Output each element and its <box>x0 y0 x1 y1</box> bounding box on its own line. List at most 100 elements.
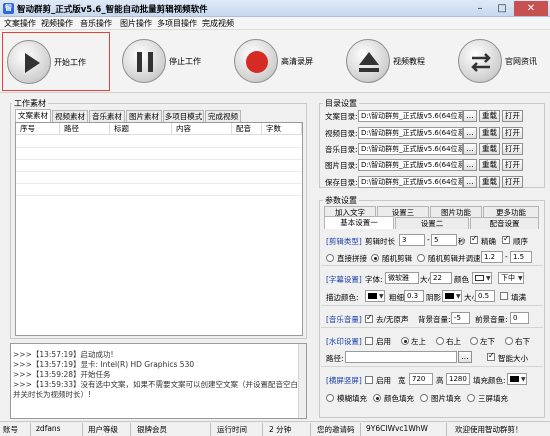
image-dir-path[interactable]: D:\智动群剪_正式版v5.6(64位系 <box>358 159 463 171</box>
width-input[interactable]: 720 <box>409 373 433 385</box>
watermark-top-right-radio[interactable] <box>436 337 444 345</box>
video-dir-browse-button[interactable]: ... <box>463 127 477 139</box>
column-header[interactable]: 路径 <box>60 123 110 135</box>
screen-enable-checkbox[interactable] <box>365 376 373 384</box>
column-header[interactable]: 配音 <box>232 123 262 135</box>
triple-screen-radio[interactable] <box>467 394 475 402</box>
runtime-value: 2 分钟 <box>269 425 292 434</box>
order-checkbox[interactable] <box>502 234 510 244</box>
image-fill-radio[interactable] <box>420 394 428 402</box>
start-work-button[interactable]: 开始工作 <box>2 32 110 91</box>
copy-dir-browse-button[interactable]: ... <box>463 110 477 122</box>
stop-work-button[interactable]: 停止工作 <box>118 32 226 91</box>
watermark-bottom-left-radio[interactable] <box>470 337 478 345</box>
background-volume-input[interactable]: -5 <box>451 312 470 324</box>
music-dir-path[interactable]: D:\智动群剪_正式版v5.6(64位系 <box>358 143 463 155</box>
fill-checkbox[interactable] <box>500 292 508 300</box>
copy-dir-open-button[interactable]: 打开 <box>502 110 523 122</box>
clip-duration-max[interactable]: 5 <box>431 234 457 246</box>
copy-dir-path[interactable]: D:\智动群剪_正式版v5.6(64位系 <box>358 110 463 122</box>
height-input[interactable]: 1280 <box>446 373 470 385</box>
watermark-browse-button[interactable]: ... <box>458 351 472 363</box>
video-dir-reload-button[interactable]: 重载 <box>479 127 500 139</box>
menu-multi-project[interactable]: 多项目操作 <box>157 18 197 29</box>
record-screen-button[interactable]: 高清录屏 <box>230 32 338 91</box>
column-header[interactable]: 标题 <box>110 123 172 135</box>
tab-finished-video[interactable]: 完成视频 <box>205 110 241 122</box>
image-dir-reload-button[interactable]: 重载 <box>479 159 500 171</box>
precise-checkbox[interactable] <box>470 234 478 244</box>
column-header[interactable]: 序号 <box>16 123 60 135</box>
close-button[interactable]: ✕ <box>514 1 548 16</box>
log-scrollbar[interactable] <box>298 344 306 418</box>
log-line: >>>【13:57:19】启动成功! <box>13 350 114 359</box>
foreground-volume-input[interactable]: 0 <box>510 312 529 324</box>
copy-dir-reload-button[interactable]: 重载 <box>479 110 500 122</box>
clip-duration-min[interactable]: 3 <box>399 234 425 246</box>
music-dir-reload-button[interactable]: 重载 <box>479 143 500 155</box>
minimize-button[interactable]: – <box>469 1 491 16</box>
music-dir-browse-button[interactable]: ... <box>463 143 477 155</box>
tab-video-material[interactable]: 视频素材 <box>52 110 88 122</box>
stroke-width-input[interactable]: 0.3 <box>404 290 424 302</box>
menu-copy[interactable]: 文案操作 <box>4 18 36 29</box>
mute-original-checkbox[interactable] <box>365 313 373 323</box>
music-volume-label: [音乐音量] <box>326 315 362 324</box>
watermark-enable-checkbox[interactable] <box>365 337 373 345</box>
menu-video[interactable]: 视频操作 <box>41 18 73 29</box>
tab-basic-settings-one[interactable]: 基本设置一 <box>324 216 394 229</box>
video-dir-open-button[interactable]: 打开 <box>502 127 523 139</box>
auto-size-checkbox[interactable] <box>487 351 495 361</box>
color-fill-radio[interactable] <box>373 394 381 402</box>
menu-music[interactable]: 音乐操作 <box>80 18 112 29</box>
log-line: 并关时长为视频时长）! <box>13 390 92 399</box>
watermark-top-left-radio[interactable] <box>401 337 409 345</box>
save-dir-path[interactable]: D:\智动群剪_正式版v5.6(64位系 <box>358 176 463 188</box>
play-icon <box>7 40 51 84</box>
image-dir-browse-button[interactable]: ... <box>463 159 477 171</box>
font-size-input[interactable]: 22 <box>430 272 452 284</box>
watermark-top-left-label: 左上 <box>411 337 426 346</box>
save-dir-browse-button[interactable]: ... <box>463 176 477 188</box>
video-tutorial-button[interactable]: 视频教程 <box>342 32 450 91</box>
shadow-color-picker[interactable]: ▼ <box>442 290 462 302</box>
menu-image[interactable]: 图片操作 <box>120 18 152 29</box>
fill-color-picker[interactable]: ▼ <box>507 373 527 385</box>
tab-multi-project[interactable]: 多项目模式 <box>163 110 204 122</box>
watermark-bottom-right-radio[interactable] <box>505 337 513 345</box>
save-dir-reload-button[interactable]: 重载 <box>479 176 500 188</box>
music-dir-open-button[interactable]: 打开 <box>502 143 523 155</box>
video-dir-path[interactable]: D:\智动群剪_正式版v5.6(64位系 <box>358 127 463 139</box>
tab-image-material[interactable]: 图片素材 <box>126 110 162 122</box>
stroke-color-picker[interactable]: ▼ <box>365 290 385 302</box>
subtitle-position-select[interactable]: 下中 ▼ <box>498 272 524 284</box>
log-output[interactable]: >>>【13:57:19】启动成功! >>>【13:57:19】显卡: Inte… <box>10 343 307 419</box>
row-divider <box>16 147 302 148</box>
save-dir-open-button[interactable]: 打开 <box>502 176 523 188</box>
blur-fill-radio[interactable] <box>326 394 334 402</box>
tab-voice-settings[interactable]: 配音设置 <box>470 217 539 229</box>
copy-material-table[interactable]: 序号 路径 标题 内容 配音 字数 <box>15 122 303 336</box>
tab-music-material[interactable]: 音乐素材 <box>89 110 125 122</box>
random-speed-radio[interactable] <box>417 254 425 262</box>
font-color-picker[interactable]: ▼ <box>472 272 492 284</box>
copy-dir-label: 文案目录: <box>325 112 358 121</box>
speed-max-input[interactable]: 1.5 <box>510 251 532 263</box>
subtitle-settings-label: [字幕设置] <box>326 275 362 284</box>
direct-splice-radio[interactable] <box>326 254 334 262</box>
menu-finished-video[interactable]: 完成视频 <box>202 18 234 29</box>
font-select[interactable]: 微软雅 <box>385 272 419 284</box>
tab-settings-two[interactable]: 设置二 <box>395 217 469 229</box>
divider <box>321 366 543 367</box>
tab-copy-material[interactable]: 文案素材 <box>15 109 51 122</box>
column-header[interactable]: 内容 <box>172 123 232 135</box>
image-dir-open-button[interactable]: 打开 <box>502 159 523 171</box>
random-clip-radio[interactable] <box>371 254 379 262</box>
maximize-button[interactable]: □ <box>491 1 513 16</box>
column-header[interactable]: 字数 <box>262 123 302 135</box>
website-news-button[interactable]: 官网资讯 <box>454 32 550 91</box>
speed-min-input[interactable]: 1.2 <box>481 251 503 263</box>
shadow-size-input[interactable]: 0.5 <box>475 290 495 302</box>
row-divider <box>16 171 302 172</box>
watermark-path-input[interactable] <box>345 351 457 363</box>
